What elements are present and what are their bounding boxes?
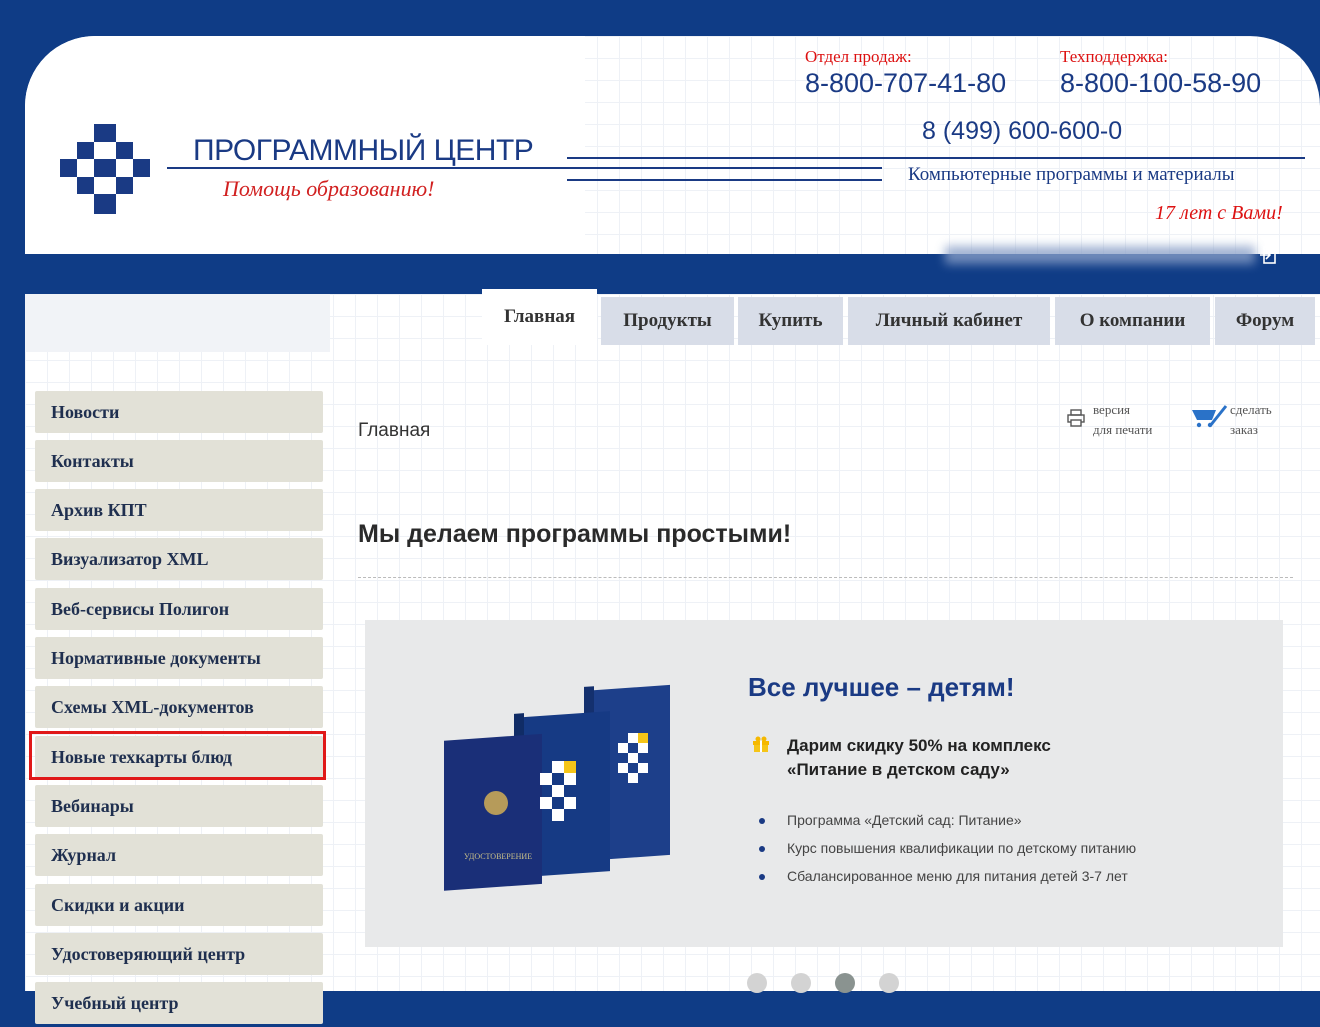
sidebar-item-news[interactable]: Новости — [35, 391, 323, 433]
slider-dot-4[interactable] — [879, 973, 899, 993]
tab-about[interactable]: О компании — [1055, 297, 1210, 345]
sidebar-item-discounts[interactable]: Скидки и акции — [35, 884, 323, 926]
company-name[interactable]: ПРОГРАММНЫЙ ЦЕНТР — [193, 134, 534, 168]
sidebar-item-journal[interactable]: Журнал — [35, 834, 323, 876]
user-account-link[interactable] — [945, 246, 1255, 264]
printer-icon[interactable] — [1066, 408, 1086, 428]
years-badge: 17 лет с Вами! — [1155, 202, 1283, 224]
list-item: Сбалансированное меню для питания детей … — [757, 862, 1136, 890]
certificate-label: УДОСТОВЕРЕНИЕ — [464, 852, 532, 861]
sidebar-item-contacts[interactable]: Контакты — [35, 440, 323, 482]
product-boxes-image: УДОСТОВЕРЕНИЕ — [444, 684, 670, 891]
cart-icon[interactable] — [1190, 404, 1228, 430]
main-nav: Главная Продукты Купить Личный кабинет О… — [307, 289, 1315, 351]
header-tagline: Компьютерные программы и материалы — [908, 164, 1235, 185]
sales-label: Отдел продаж: — [805, 47, 912, 66]
page-title: Мы делаем программы простыми! — [358, 520, 792, 548]
print-line1: версия — [1093, 402, 1131, 417]
sidebar-item-xml-visualizer[interactable]: Визуализатор XML — [35, 538, 323, 580]
logo-rule — [167, 167, 571, 169]
tab-account[interactable]: Личный кабинет — [848, 297, 1050, 345]
slider-dot-1[interactable] — [747, 973, 767, 993]
header-rule-mid — [567, 167, 882, 169]
gift-icon — [753, 736, 769, 752]
company-slogan: Помощь образованию! — [223, 176, 435, 201]
title-divider — [358, 577, 1293, 578]
print-version-link[interactable]: версия для печати — [1093, 400, 1152, 440]
banner-title: Все лучшее – детям! — [748, 672, 1015, 702]
header-rule-bottom — [567, 179, 882, 181]
print-line2: для печати — [1093, 422, 1153, 437]
main-phone: 8 (499) 600-600-0 — [922, 117, 1123, 145]
banner-bullet-list: Программа «Детский сад: Питание» Курс по… — [757, 806, 1136, 890]
banner-offer: Дарим скидку 50% на комплекс «Питание в … — [787, 734, 1107, 782]
sidebar-item-training[interactable]: Учебный центр — [35, 982, 323, 1024]
sidebar-item-cert-center[interactable]: Удостоверяющий центр — [35, 933, 323, 975]
header-rule-top — [567, 157, 1305, 159]
support-phone: 8-800-100-58-90 — [1060, 68, 1262, 98]
slider-dot-3[interactable] — [835, 973, 855, 993]
logout-icon[interactable] — [1258, 245, 1278, 265]
promo-banner[interactable]: УДОСТОВЕРЕНИЕ Все лучшее – детям! Дарим … — [365, 620, 1283, 947]
offer-line2: «Питание в детском саду» — [787, 760, 1010, 779]
sales-phone: 8-800-707-41-80 — [805, 68, 1007, 98]
breadcrumb[interactable]: Главная — [358, 420, 430, 442]
sidebar-item-documents[interactable]: Нормативные документы — [35, 637, 323, 679]
order-line2: заказ — [1230, 422, 1258, 437]
list-item: Программа «Детский сад: Питание» — [757, 806, 1136, 834]
slider-dot-2[interactable] — [791, 973, 811, 993]
sidebar-highlight-box — [29, 731, 326, 780]
list-item: Курс повышения квалификации по детскому … — [757, 834, 1136, 862]
order-line1: сделать — [1230, 402, 1272, 417]
sidebar-item-webinars[interactable]: Вебинары — [35, 785, 323, 827]
tab-buy[interactable]: Купить — [738, 297, 843, 345]
site-header: ПРОГРАММНЫЙ ЦЕНТР Помощь образованию! От… — [25, 36, 1320, 254]
tab-home[interactable]: Главная — [482, 289, 597, 345]
tab-forum[interactable]: Форум — [1215, 297, 1315, 345]
tab-products[interactable]: Продукты — [601, 297, 734, 345]
offer-line1: Дарим скидку 50% на комплекс — [787, 736, 1051, 755]
sidebar-item-kpt-archive[interactable]: Архив КПТ — [35, 489, 323, 531]
make-order-link[interactable]: сделать заказ — [1230, 400, 1272, 440]
support-label: Техподдержка: — [1060, 47, 1169, 66]
sidebar-item-polygon[interactable]: Веб-сервисы Полигон — [35, 588, 323, 630]
sidebar-item-xml-schemas[interactable]: Схемы XML-документов — [35, 686, 323, 728]
company-logo[interactable] — [60, 124, 150, 214]
